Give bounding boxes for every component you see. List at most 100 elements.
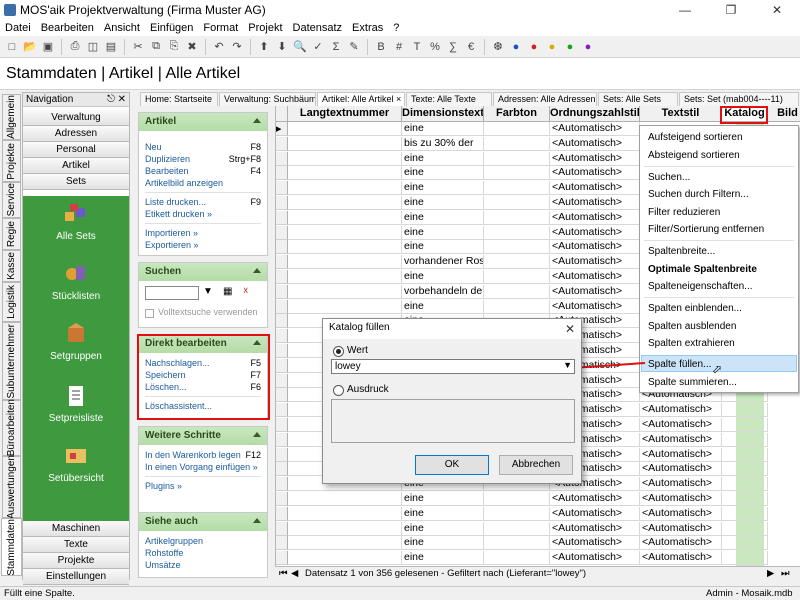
nav-stuecklisten[interactable]: Stücklisten [23,262,129,302]
col-dimensionstext[interactable]: Dimensionstext [402,106,484,122]
grid-cell[interactable] [288,270,402,284]
link-rohstoffe[interactable]: Rohstoffe [139,547,267,559]
grid-cell[interactable]: <Automatisch> [640,462,722,477]
action-bearbeiten[interactable]: Bearbeiten F4 [139,165,267,177]
row-selector[interactable] [276,270,288,284]
grid-cell[interactable]: eine [402,299,484,314]
grid-cell[interactable]: eine [402,270,484,284]
decimal-icon[interactable]: ∑ [445,39,461,55]
grid-cell[interactable] [484,506,550,521]
grid-cell[interactable] [288,492,402,506]
cm-spalten-extrahieren[interactable]: Spalten extrahieren [648,338,735,349]
menu-datensatz[interactable]: Datensatz [288,20,348,36]
grid-cell[interactable]: <Automatisch> [640,477,722,492]
grid-cell[interactable] [484,551,550,566]
pin-icon[interactable]: ⎋ [107,93,115,107]
filter-icon[interactable]: ✓ [310,39,326,55]
action-importieren[interactable]: Importieren » [139,227,267,239]
grid-cell[interactable]: <Automatisch> [640,492,722,506]
grid-cell[interactable]: <Automatisch> [550,270,640,284]
grid-cell[interactable]: <Automatisch> [550,196,640,210]
grid-cell[interactable]: <Automatisch> [550,492,640,506]
cm-spalte-fuellen[interactable]: Spalte füllen... [648,359,711,370]
nav-texte[interactable]: Texte [23,537,129,553]
filter-apply-icon[interactable]: ▼ [203,286,213,297]
panel-siehe-header[interactable]: Siehe auch [139,513,267,531]
row-selector[interactable] [276,521,288,536]
grid-cell[interactable] [484,122,550,136]
row-selector[interactable] [276,210,288,225]
cm-filter-suchen[interactable]: Suchen durch Filtern... [648,189,749,200]
cm-filter-reduzieren[interactable]: Filter reduzieren [648,207,720,218]
grid-cell[interactable] [288,240,402,255]
menu-datei[interactable]: Datei [0,20,36,36]
grid-cell[interactable] [288,166,402,181]
grid-cell[interactable] [722,418,768,432]
preview-icon[interactable]: ◫ [85,39,101,55]
row-selector[interactable] [276,492,288,506]
col-ordnungszahlstil[interactable]: Ordnungszahlstil [550,106,640,122]
col-farbton[interactable]: Farbton [484,106,550,122]
user-blue-icon[interactable]: ● [508,39,524,55]
grid-cell[interactable] [288,255,402,270]
tab-home[interactable]: Home: Startseite [140,92,218,106]
grid-cell[interactable]: eine [402,166,484,181]
vtab-stammdaten[interactable]: Stammdaten [1,518,22,576]
grid-cell[interactable]: <Automatisch> [640,418,722,432]
grid-cell[interactable]: <Automatisch> [550,299,640,314]
filter-remove-icon[interactable]: ☓ [243,286,248,297]
cm-sort-desc[interactable]: Absteigend sortieren [648,150,740,161]
grid-cell[interactable]: <Automatisch> [640,506,722,521]
prev-record-icon[interactable]: ◀ [291,567,298,580]
row-selector[interactable] [276,225,288,240]
cm-spalteneigenschaften[interactable]: Spalteneigenschaften... [648,281,753,292]
search-input[interactable] [145,286,199,300]
dialog-close-icon[interactable]: ✕ [565,320,575,338]
row-selector[interactable] [276,151,288,166]
grid-cell[interactable] [722,477,768,492]
grid-cell[interactable] [484,136,550,151]
grid-cell[interactable] [288,551,402,566]
grid-cell[interactable]: eine [402,181,484,196]
tab-sets[interactable]: Sets: Alle Sets [598,92,678,106]
menu-einfuegen[interactable]: Einfügen [145,20,198,36]
grid-cell[interactable] [484,225,550,240]
grid-cell[interactable]: <Automatisch> [550,255,640,270]
grid-cell[interactable] [722,536,768,551]
grid-cell[interactable]: <Automatisch> [550,181,640,196]
grid-cell[interactable]: eine [402,521,484,536]
grid-cell[interactable]: vorhandener Rost [402,255,484,270]
redo-icon[interactable]: ↷ [229,39,245,55]
nav-adressen[interactable]: Adressen [23,126,129,142]
nav-artikel[interactable]: Artikel [23,158,129,174]
grid-cell[interactable] [288,536,402,551]
panel-weitere-header[interactable]: Weitere Schritte [139,427,267,445]
grid-cell[interactable] [484,151,550,166]
tab-set-detail[interactable]: Sets: Set (mab004----11) [679,92,799,106]
grid-cell[interactable]: vorbehandeln der [402,284,484,299]
nav-verwaltung[interactable]: Verwaltung [23,110,129,126]
cm-suchen[interactable]: Suchen... [648,172,690,183]
grid-cell[interactable]: <Automatisch> [550,284,640,299]
grid-cell[interactable] [288,225,402,240]
first-record-icon[interactable]: ⏮ [279,567,288,580]
col-textstil[interactable]: Textstil [640,106,722,122]
grid-cell[interactable]: eine [402,506,484,521]
grid-cell[interactable] [722,492,768,506]
action-speichern[interactable]: Speichern F7 [139,369,267,381]
bold-icon[interactable]: B [373,39,389,55]
ok-button[interactable]: OK [415,455,489,475]
find-icon[interactable]: 🔍 [292,39,308,55]
grid-cell[interactable] [722,551,768,566]
next-record-icon[interactable]: ▶ [767,567,774,580]
link-umsaetze[interactable]: Umsätze [139,559,267,571]
user-yellow-icon[interactable]: ● [544,39,560,55]
cm-spaltenbreite[interactable]: Spaltenbreite... [648,246,715,257]
row-selector[interactable] [276,255,288,270]
row-selector[interactable] [276,344,288,358]
row-selector[interactable] [276,240,288,255]
col-katalog[interactable]: Katalog [722,106,768,122]
row-selector[interactable] [276,447,288,462]
grid-cell[interactable] [484,210,550,225]
panel-artikel-header[interactable]: Artikel [139,113,267,131]
